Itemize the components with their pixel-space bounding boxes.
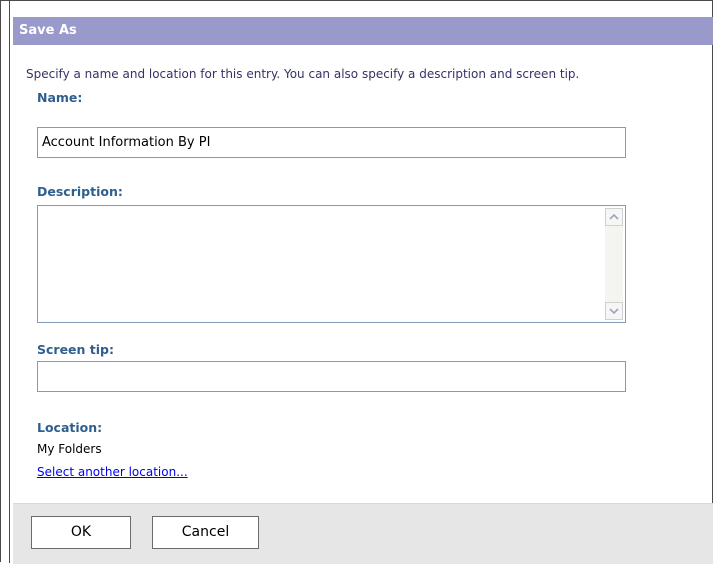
location-value: My Folders [37,442,102,456]
screen-tip-input[interactable] [37,361,626,392]
save-as-dialog: Save As Specify a name and location for … [0,0,713,564]
name-label: Name: [37,90,83,105]
scroll-down-arrow-icon[interactable] [605,302,623,320]
description-label: Description: [37,184,123,199]
screen-tip-label: Screen tip: [37,342,114,357]
name-input[interactable]: Account Information By PI [37,127,626,158]
dialog-footer: OK Cancel [13,503,713,564]
scroll-up-arrow-icon[interactable] [605,208,623,226]
description-textarea[interactable] [37,205,626,323]
location-label: Location: [37,420,103,435]
select-location-link[interactable]: Select another location... [37,465,188,479]
description-scrollbar[interactable] [605,208,623,320]
ok-button[interactable]: OK [31,516,131,549]
dialog-left-border [9,1,10,563]
dialog-instructions: Specify a name and location for this ent… [26,67,580,81]
cancel-button[interactable]: Cancel [152,516,259,549]
dialog-title: Save As [13,17,713,45]
